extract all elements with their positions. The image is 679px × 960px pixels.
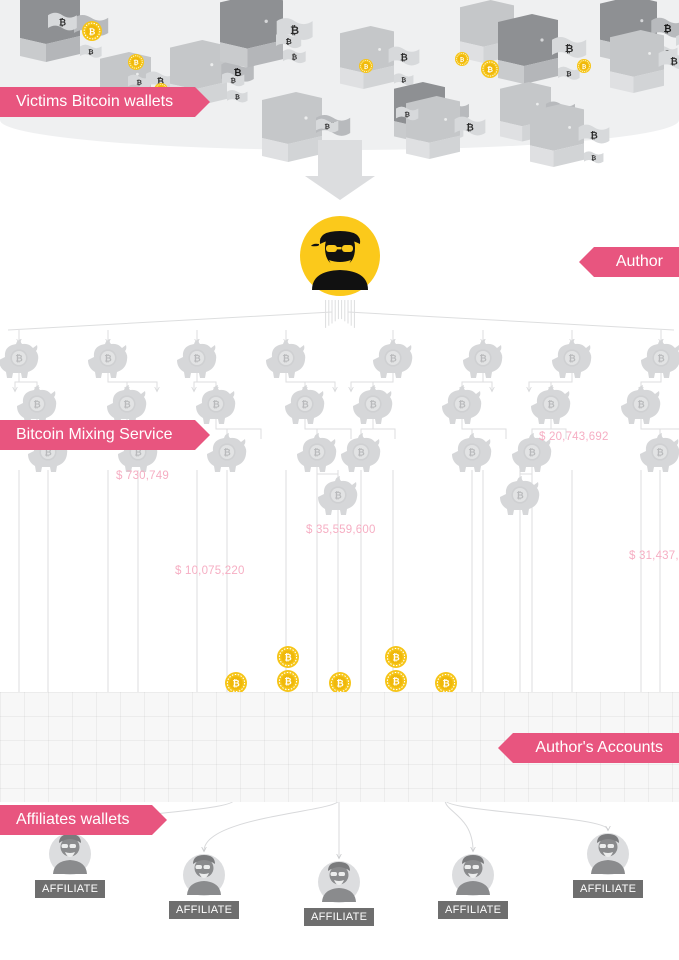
label-affiliates-text: Affiliates wallets — [16, 811, 130, 828]
mixing-node-icon — [442, 385, 482, 424]
affiliate-icons — [49, 833, 629, 903]
bitcoin-coin-icon — [276, 669, 300, 693]
label-bitcoin-mixing-service: Bitcoin Mixing Service — [0, 420, 209, 450]
mixing-node-icon — [621, 385, 661, 424]
victims-background-band — [0, 0, 679, 150]
affiliate-label-chip: AFFILIATE — [573, 880, 644, 898]
amount-label: $ 730,749 — [116, 470, 169, 482]
affiliate-icon[interactable] — [183, 854, 225, 896]
label-author: Author — [578, 247, 679, 277]
mixing-node-icon — [452, 433, 492, 472]
mixing-node-icon — [297, 433, 337, 472]
affiliate-label-chip: AFFILIATE — [304, 908, 375, 926]
amount-label: $ 20,743,692 — [539, 431, 609, 443]
mixing-node-icon — [500, 476, 540, 515]
mixing-node-icon — [353, 385, 393, 424]
label-accounts-text: Author's Accounts — [535, 739, 663, 756]
bitcoin-coin-icon — [384, 645, 408, 669]
label-victims-bitcoin-wallets: Victims Bitcoin wallets — [0, 87, 211, 117]
mixing-node-icon — [463, 339, 503, 378]
infographic-canvas: ₿ ₿ ₿ ₿ — [0, 0, 679, 960]
mixing-node-icon — [341, 433, 381, 472]
mixing-node-icon — [88, 339, 128, 378]
amount-label: $ 31,437,1 — [629, 550, 679, 562]
affiliate-label-chip: AFFILIATE — [35, 880, 106, 898]
label-mixing-text: Bitcoin Mixing Service — [16, 426, 173, 443]
affiliate-icon[interactable] — [49, 833, 91, 875]
label-victims-text: Victims Bitcoin wallets — [16, 93, 174, 110]
affiliate-label-chip: AFFILIATE — [438, 901, 509, 919]
mixing-node-icon — [266, 339, 306, 378]
mixing-node-icon — [285, 385, 325, 424]
mixing-node-icon — [196, 385, 236, 424]
label-author-text: Author — [615, 253, 663, 270]
bitcoin-coin-icon — [328, 671, 352, 695]
affiliate-icon[interactable] — [318, 861, 360, 903]
bitcoin-coin-icon — [276, 645, 300, 669]
author-avatar-circle — [300, 216, 380, 296]
mixing-node-icon — [17, 385, 57, 424]
amount-label: $ 10,075,220 — [175, 565, 245, 577]
affiliate-icon[interactable] — [452, 854, 494, 896]
bitcoin-coin-icon — [224, 671, 248, 695]
affiliate-icon[interactable] — [587, 833, 629, 875]
label-affiliates-wallets: Affiliates wallets — [0, 805, 167, 835]
mixing-node-icon — [640, 433, 679, 472]
mixing-node-icon — [107, 385, 147, 424]
mixing-node-icon — [531, 385, 571, 424]
label-authors-accounts: Author's Accounts — [498, 733, 679, 763]
amount-label: $ 35,559,600 — [306, 524, 376, 536]
mixing-node-icon — [641, 339, 679, 378]
bitcoin-coin-icon — [384, 669, 408, 693]
mixing-node-icon — [207, 433, 247, 472]
mixing-node-icon — [0, 339, 39, 378]
mixing-node-icon — [318, 476, 358, 515]
affiliate-label-chip: AFFILIATE — [169, 901, 240, 919]
bitcoin-coin-icon — [434, 671, 458, 695]
mixing-node-icon — [373, 339, 413, 378]
mixing-node-icon — [177, 339, 217, 378]
mixing-node-icon — [552, 339, 592, 378]
